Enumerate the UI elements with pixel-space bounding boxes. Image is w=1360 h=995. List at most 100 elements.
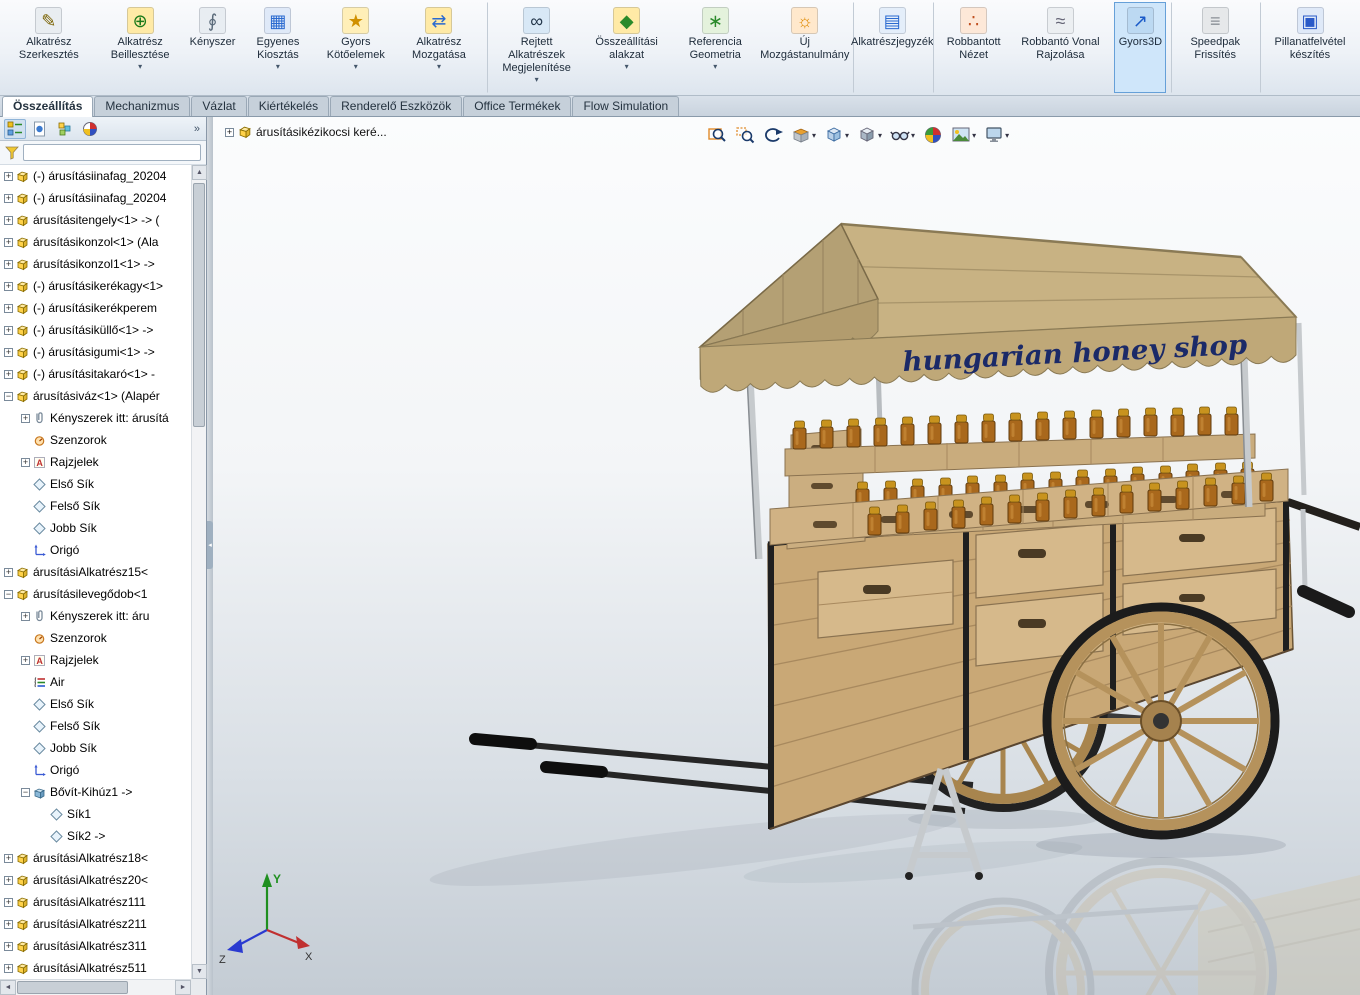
tree-expand-toggle[interactable] bbox=[4, 875, 13, 885]
commandmanager-tab[interactable]: Mechanizmus bbox=[94, 96, 191, 116]
tree-item[interactable]: A bbox=[0, 847, 191, 869]
commandmanager-tab[interactable]: Összeállítás bbox=[2, 96, 94, 117]
configurationmanager-tab-icon[interactable] bbox=[54, 119, 76, 139]
tree-item[interactable]: A bbox=[0, 363, 191, 385]
tree-expand-toggle[interactable] bbox=[4, 237, 13, 247]
tree-item[interactable]: A bbox=[0, 781, 191, 803]
ribbon-button[interactable]: Pillanatfelvétel készítés bbox=[1260, 2, 1356, 93]
tree-expand-toggle[interactable] bbox=[4, 259, 13, 269]
tree-expand-toggle[interactable] bbox=[4, 171, 13, 181]
horizontal-scroll-thumb[interactable] bbox=[17, 981, 128, 994]
tree-item[interactable]: A bbox=[0, 649, 191, 671]
tree-item[interactable]: A bbox=[0, 165, 191, 187]
tree-expand-toggle[interactable] bbox=[4, 567, 13, 577]
tree-item[interactable]: A bbox=[0, 957, 191, 979]
tree-item[interactable]: A bbox=[0, 231, 191, 253]
ribbon-button[interactable]: Új Mozgástanulmány bbox=[760, 2, 849, 93]
apply-scene-button[interactable]: ▾ bbox=[949, 123, 978, 147]
ribbon-button[interactable]: Alkatrész Beillesztése bbox=[96, 2, 185, 93]
scroll-left-icon[interactable] bbox=[0, 980, 16, 995]
tree-item[interactable]: A bbox=[0, 935, 191, 957]
featuremanager-tab-icon[interactable] bbox=[4, 118, 26, 139]
ribbon-button[interactable]: Referencia Geometria bbox=[671, 2, 760, 93]
view-settings-button[interactable]: ▾ bbox=[982, 123, 1011, 147]
tree-expand-toggle[interactable] bbox=[21, 611, 30, 621]
tree-item[interactable]: A bbox=[0, 913, 191, 935]
tree-item[interactable]: A bbox=[0, 253, 191, 275]
displaymanager-tab-icon[interactable] bbox=[79, 119, 101, 139]
tree-item[interactable]: A bbox=[0, 495, 191, 517]
ribbon-button[interactable]: Alkatrész Mozgatása bbox=[396, 2, 481, 93]
commandmanager-tab[interactable]: Renderelő Eszközök bbox=[330, 96, 463, 116]
tree-expand-toggle[interactable] bbox=[4, 325, 13, 335]
tree-expand-toggle[interactable] bbox=[4, 281, 13, 291]
tree-item[interactable]: A bbox=[0, 869, 191, 891]
commandmanager-tab[interactable]: Vázlat bbox=[191, 96, 247, 116]
tree-expand-toggle[interactable] bbox=[4, 589, 13, 599]
ribbon-button[interactable]: Alkatrészjegyzék bbox=[851, 2, 934, 93]
propertymanager-tab-icon[interactable] bbox=[29, 119, 51, 139]
tree-item[interactable]: A bbox=[0, 451, 191, 473]
tree-item[interactable]: A bbox=[0, 473, 191, 495]
tree-item[interactable]: A bbox=[0, 539, 191, 561]
dropdown-caret-icon[interactable]: ▾ bbox=[911, 131, 915, 140]
ribbon-button[interactable]: Összeállítási alakzat bbox=[585, 2, 669, 93]
tree-expand-toggle[interactable] bbox=[4, 215, 13, 225]
commandmanager-tab[interactable]: Office Termékek bbox=[463, 96, 572, 116]
tree-expand-toggle[interactable] bbox=[4, 303, 13, 313]
tree-expand-toggle[interactable] bbox=[4, 347, 13, 357]
orientation-triad[interactable]: Y Z X bbox=[219, 872, 313, 966]
ribbon-button[interactable]: Gyors3D bbox=[1114, 2, 1167, 93]
dropdown-caret-icon[interactable]: ▾ bbox=[812, 131, 816, 140]
tree-expand-toggle[interactable] bbox=[4, 853, 13, 863]
ribbon-button[interactable]: Alkatrész Szerkesztés bbox=[4, 2, 94, 93]
hide-show-items-button[interactable]: ▾ bbox=[888, 123, 917, 147]
dropdown-caret-icon[interactable]: ▾ bbox=[845, 131, 849, 140]
zoom-to-area-button[interactable] bbox=[733, 123, 757, 147]
tree-expand-toggle[interactable] bbox=[21, 413, 30, 423]
ribbon-button[interactable]: Egyenes Kiosztás bbox=[241, 2, 316, 93]
ribbon-button[interactable]: Rejtett Alkatrészek Megjelenítése bbox=[486, 2, 583, 93]
graphics-area[interactable]: hungarian honey shop Y Z X + árusításiké… bbox=[213, 117, 1360, 995]
dropdown-caret-icon[interactable]: ▾ bbox=[972, 131, 976, 140]
view-orientation-button[interactable]: ▾ bbox=[822, 123, 851, 147]
3d-viewport-canvas[interactable]: hungarian honey shop Y Z X bbox=[213, 117, 1360, 995]
scroll-right-icon[interactable] bbox=[175, 980, 191, 995]
tree-item[interactable]: A bbox=[0, 275, 191, 297]
tree-item[interactable]: A bbox=[0, 561, 191, 583]
commandmanager-tab[interactable]: Flow Simulation bbox=[572, 96, 680, 116]
ribbon-button[interactable]: Gyors Kötőelemek bbox=[317, 2, 394, 93]
vertical-scroll-thumb[interactable] bbox=[193, 183, 205, 428]
dropdown-caret-icon[interactable]: ▾ bbox=[1005, 131, 1009, 140]
tree-item[interactable]: A bbox=[0, 627, 191, 649]
tree-expand-toggle[interactable] bbox=[4, 897, 13, 907]
tree-expand-toggle[interactable] bbox=[4, 193, 13, 203]
tree-expand-toggle[interactable] bbox=[4, 369, 13, 379]
tree-item[interactable]: A bbox=[0, 341, 191, 363]
tree-item[interactable]: A bbox=[0, 693, 191, 715]
tree-item[interactable]: A bbox=[0, 737, 191, 759]
tree-expand-toggle[interactable] bbox=[4, 941, 13, 951]
breadcrumb-expand-icon[interactable] bbox=[225, 127, 234, 137]
ribbon-button[interactable]: Kényszer bbox=[187, 2, 239, 93]
tree-item[interactable]: A bbox=[0, 407, 191, 429]
ribbon-button[interactable]: Robbantott Nézet bbox=[932, 2, 1010, 93]
tree-expand-toggle[interactable] bbox=[4, 391, 13, 401]
tree-horizontal-scrollbar[interactable] bbox=[0, 979, 191, 995]
section-view-button[interactable]: ▾ bbox=[789, 123, 818, 147]
scroll-down-icon[interactable] bbox=[192, 964, 207, 979]
scroll-up-icon[interactable] bbox=[192, 165, 207, 180]
commandmanager-tab[interactable]: Kiértékelés bbox=[247, 96, 330, 116]
tree-item[interactable]: A bbox=[0, 825, 191, 847]
tree-expand-toggle[interactable] bbox=[4, 963, 13, 973]
tree-item[interactable]: A bbox=[0, 209, 191, 231]
tree-filter-input[interactable] bbox=[23, 144, 201, 161]
tree-item[interactable]: A bbox=[0, 517, 191, 539]
tree-vertical-scrollbar[interactable] bbox=[191, 165, 207, 979]
tree-item[interactable]: A bbox=[0, 803, 191, 825]
tree-expand-toggle[interactable] bbox=[21, 457, 30, 467]
zoom-to-fit-button[interactable] bbox=[705, 123, 729, 147]
panel-overflow-chevrons[interactable]: » bbox=[194, 123, 202, 135]
ribbon-button[interactable]: Robbantó Vonal Rajzolása bbox=[1012, 2, 1108, 93]
tree-expand-toggle[interactable] bbox=[21, 787, 30, 797]
